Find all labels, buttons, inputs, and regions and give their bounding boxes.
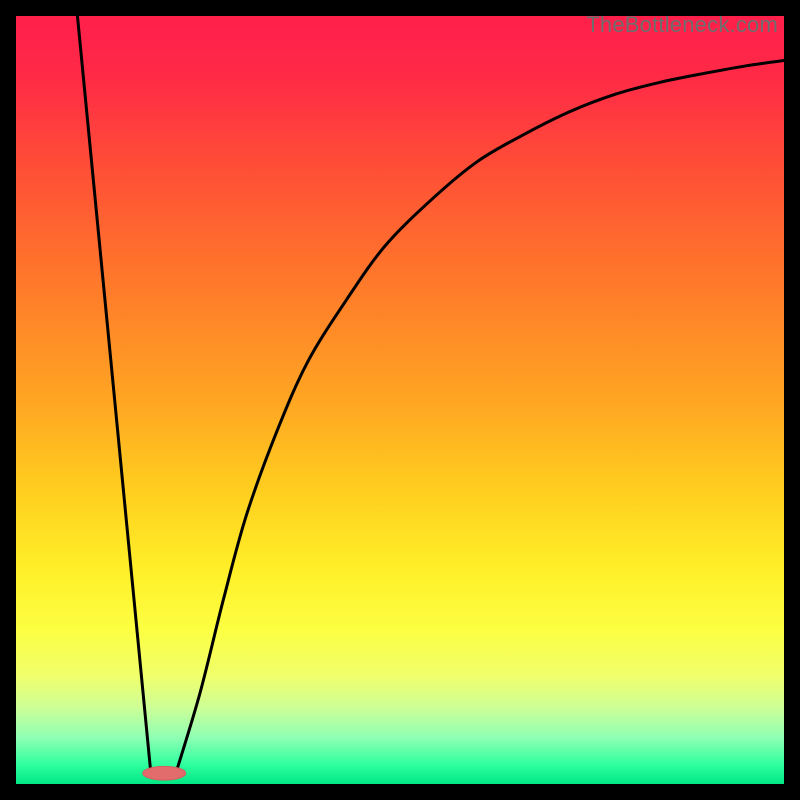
- plot-area: TheBottleneck.com: [16, 16, 784, 784]
- bottleneck-chart: [16, 16, 784, 784]
- optimal-marker: [143, 766, 186, 780]
- chart-frame: TheBottleneck.com: [0, 0, 800, 800]
- watermark-text: TheBottleneck.com: [586, 12, 778, 38]
- gradient-background: [16, 16, 784, 784]
